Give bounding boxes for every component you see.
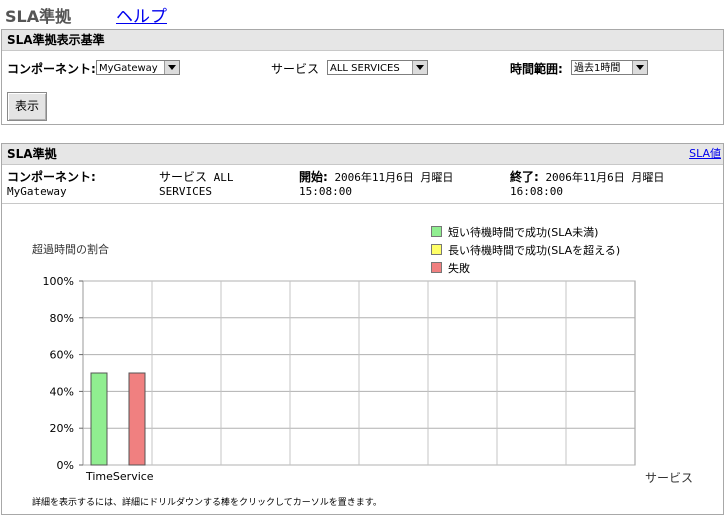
- chevron-down-icon: [412, 61, 427, 74]
- component-select[interactable]: MyGateway: [96, 60, 180, 75]
- sla-bar-chart: 0% 20% 40% 60% 80% 100% TimeService: [43, 275, 636, 483]
- y-tick-label: 60%: [50, 349, 74, 362]
- y-tick-label: 100%: [43, 275, 74, 288]
- component-select-value: MyGateway: [99, 63, 158, 74]
- time-range-select[interactable]: 過去1時間: [571, 60, 648, 75]
- footnote: 詳細を表示するには、詳細にドリルダウンする棒をクリックしてカーソルを置きます。: [32, 498, 382, 508]
- time-range-select-value: 過去1時間: [574, 63, 621, 74]
- criteria-panel: SLA準拠表示基準 コンポーネント: MyGateway サービス ALL SE…: [1, 29, 724, 125]
- display-button[interactable]: 表示: [7, 92, 47, 121]
- bar-fast-success: [90, 372, 108, 466]
- page-title: SLA準拠: [5, 7, 72, 26]
- component-label: コンポーネント:: [7, 62, 96, 76]
- service-select-value: ALL SERVICES: [330, 63, 400, 74]
- service-select[interactable]: ALL SERVICES: [327, 60, 428, 75]
- y-tick-label: 40%: [50, 385, 74, 398]
- service-label: サービス: [271, 62, 320, 76]
- bar-failure: [128, 372, 146, 466]
- criteria-panel-title: SLA準拠表示基準: [2, 30, 723, 51]
- chevron-down-icon: [164, 61, 179, 74]
- y-tick-label: 0%: [57, 459, 74, 472]
- x-axis-title: サービス: [645, 471, 694, 485]
- x-tick-label: TimeService: [85, 470, 154, 483]
- chevron-down-icon: [632, 61, 647, 74]
- sla-panel: SLA準拠 SLA値 コンポーネント: MyGateway サービス ALL S…: [1, 143, 724, 515]
- help-link[interactable]: ヘルプ: [116, 2, 167, 27]
- time-range-label: 時間範囲:: [510, 62, 563, 76]
- y-tick-label: 80%: [50, 312, 74, 325]
- y-tick-label: 20%: [50, 422, 74, 435]
